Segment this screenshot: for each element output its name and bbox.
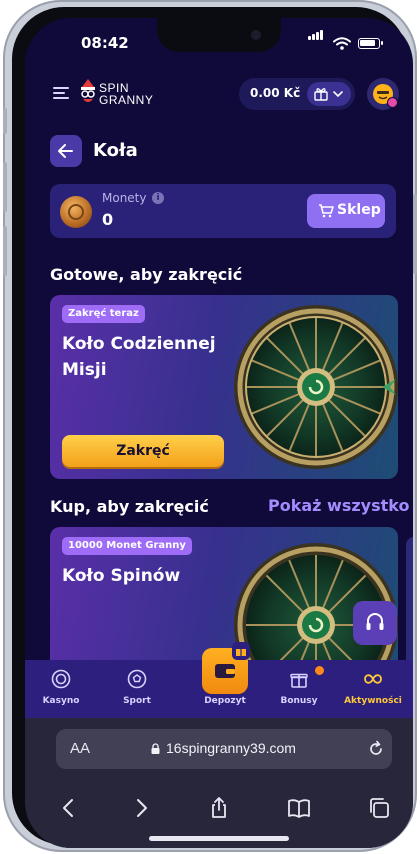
deposit-gift-badge xyxy=(232,642,250,660)
coins-label: Monety xyxy=(102,191,147,205)
forward-icon[interactable] xyxy=(129,796,153,820)
home-indicator xyxy=(149,836,289,841)
daily-mission-wheel-card[interactable]: Zakręć teraz Koło Codziennej Misji Zakrę… xyxy=(50,295,398,479)
phone-frame: 08:42 SPIN GRANNY 0.00 Kč Koła Monety i … xyxy=(3,0,417,852)
bookmarks-icon[interactable] xyxy=(287,796,311,820)
deposit-button[interactable] xyxy=(202,642,250,694)
notification-dot xyxy=(387,97,398,108)
support-chat-button[interactable] xyxy=(353,601,397,645)
profile-avatar[interactable] xyxy=(367,78,399,110)
coin-icon xyxy=(60,196,92,228)
cart-icon xyxy=(319,204,334,218)
nav-label-sport: Sport xyxy=(123,696,151,706)
app-header: SPIN GRANNY 0.00 Kč xyxy=(25,74,413,114)
address-bar[interactable]: AA 16spingranny39.com xyxy=(56,729,392,769)
wallet-icon xyxy=(215,664,235,678)
nav-label-casino: Kasyno xyxy=(42,696,80,706)
url-text: 16spingranny39.com xyxy=(166,740,296,756)
status-time: 08:42 xyxy=(81,34,129,52)
spin-now-badge: Zakręć teraz xyxy=(62,305,145,323)
tabs-icon[interactable] xyxy=(367,796,391,820)
status-bar: 08:42 xyxy=(25,18,413,68)
power-button xyxy=(413,194,417,274)
nav-item-sport[interactable]: Sport xyxy=(105,660,169,718)
browser-chrome: AA 16spingranny39.com xyxy=(25,718,413,848)
balance-value: 0.00 Kč xyxy=(250,86,301,100)
next-card-peek[interactable] xyxy=(406,537,413,677)
share-icon[interactable] xyxy=(207,796,231,820)
back-button[interactable] xyxy=(50,135,82,167)
page-title: Koła xyxy=(93,140,138,161)
hamburger-menu-icon[interactable] xyxy=(53,87,69,99)
balance-pill[interactable]: 0.00 Kč xyxy=(239,78,355,110)
nav-label-deposit: Depozyt xyxy=(204,696,246,706)
soccer-ball-icon xyxy=(127,669,147,689)
nav-item-activities[interactable]: Aktywności xyxy=(341,660,405,718)
infinity-icon xyxy=(364,674,382,684)
mute-switch xyxy=(3,108,7,134)
phone-bezel: 08:42 SPIN GRANNY 0.00 Kč Koła Monety i … xyxy=(12,7,413,848)
back-icon[interactable] xyxy=(57,796,81,820)
screen: 08:42 SPIN GRANNY 0.00 Kč Koła Monety i … xyxy=(25,18,413,848)
spin-button[interactable]: Zakręć xyxy=(62,435,224,467)
chevron-down-icon xyxy=(333,91,343,98)
headset-icon xyxy=(366,613,384,630)
wheel-icon xyxy=(234,305,398,469)
nav-item-casino[interactable]: Kasyno xyxy=(29,660,93,718)
wifi-icon xyxy=(333,37,351,50)
coins-value: 0 xyxy=(102,210,114,229)
logo-text-granny: GRANNY xyxy=(99,93,154,107)
wheel-card-title-2: Koło Spinów xyxy=(62,566,181,586)
shop-button[interactable]: Sklep xyxy=(307,194,385,228)
shop-label: Sklep xyxy=(337,202,381,218)
bonus-notification-dot xyxy=(315,666,324,675)
wallet-dropdown-button[interactable] xyxy=(307,82,351,106)
info-icon[interactable]: i xyxy=(152,192,164,204)
price-badge: 10000 Monet Granny xyxy=(62,537,192,555)
wheel-card-title: Koło Codziennej Misji xyxy=(62,334,216,380)
ready-section-title: Gotowe, aby zakręcić xyxy=(50,265,243,284)
nav-label-bonuses: Bonusy xyxy=(280,696,318,706)
reload-icon[interactable] xyxy=(366,739,386,759)
battery-icon xyxy=(358,38,383,49)
arrow-left-icon xyxy=(58,144,73,158)
nav-label-activities: Aktywności xyxy=(344,696,402,706)
spin-granny-logo[interactable]: SPIN GRANNY xyxy=(79,78,169,108)
volume-up-button xyxy=(3,162,7,212)
gift-icon xyxy=(314,88,328,101)
gift-icon xyxy=(290,673,308,688)
granny-logo-icon xyxy=(81,79,95,102)
notch xyxy=(157,18,281,52)
buy-section-title: Kup, aby zakręcić xyxy=(50,497,209,516)
lock-icon xyxy=(151,743,160,754)
coins-card: Monety i 0 Sklep xyxy=(50,184,396,238)
show-all-link[interactable]: Pokaż wszystko xyxy=(268,496,409,515)
camera xyxy=(251,30,261,40)
reader-aa-button[interactable]: AA xyxy=(70,740,90,757)
volume-down-button xyxy=(3,226,7,276)
gift-icon xyxy=(236,649,246,656)
casino-chip-icon xyxy=(51,669,71,689)
